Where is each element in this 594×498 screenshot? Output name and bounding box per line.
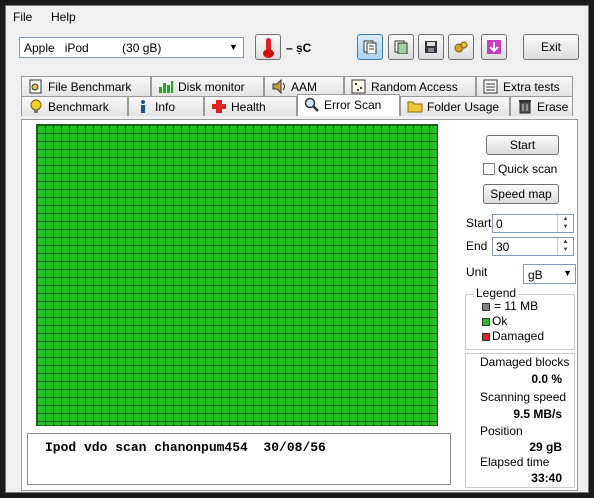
unit-select-value: gB (528, 268, 543, 282)
tab-file-benchmark[interactable]: File Benchmark (21, 76, 151, 96)
damaged-label: Damaged (492, 329, 545, 343)
tab-label: Error Scan (324, 98, 382, 112)
chevron-down-icon: ▼ (229, 42, 238, 52)
elapsed-time-label: Elapsed time (480, 455, 550, 469)
magnifier-icon (304, 97, 319, 112)
scan-statistics: Damaged blocks 0.0 % Scanning speed 9.5 … (465, 353, 575, 488)
end-label: End (466, 239, 488, 253)
tab-label: Benchmark (48, 100, 109, 114)
quick-scan-label: Quick scan (498, 162, 558, 176)
gear-icon (454, 41, 468, 53)
tab-label: Health (231, 100, 266, 114)
info-icon (141, 100, 145, 113)
menu-bar: File Help (6, 6, 588, 26)
drive-select-value: Apple iPod (30 gB) (24, 41, 162, 55)
tab-label: Folder Usage (427, 100, 500, 114)
tab-error-scan[interactable]: Error Scan (297, 94, 400, 116)
unit-label: Unit (466, 265, 488, 279)
start-position-value: 0 (496, 217, 503, 231)
tab-extra-tests[interactable]: Extra tests (476, 76, 573, 96)
quick-scan-checkbox[interactable] (483, 163, 495, 175)
tab-label: Extra tests (503, 80, 560, 94)
position-label: Position (480, 424, 523, 438)
menu-file[interactable]: File (13, 10, 32, 24)
end-position-input[interactable]: 30 ▲ ▼ (492, 237, 574, 256)
save-button[interactable] (418, 34, 444, 60)
menu-help[interactable]: Help (51, 10, 76, 24)
disk-monitor-icon (159, 81, 173, 93)
tab-label: Erase (537, 100, 569, 114)
tab-strip: File Benchmark Disk monitor AAM Random A… (21, 76, 573, 120)
error-scan-panel: Ipod vdo scan chanonpum454 30/08/56 Star… (21, 119, 578, 491)
block-size-swatch (482, 303, 490, 311)
trash-icon (519, 100, 531, 114)
legend-title: Legend (474, 286, 519, 300)
elapsed-time-value: 33:40 (531, 471, 562, 485)
floppy-disk-icon (425, 41, 437, 53)
scanning-speed-label: Scanning speed (480, 390, 567, 404)
file-benchmark-icon (29, 79, 42, 94)
tab-random-access[interactable]: Random Access (344, 76, 476, 96)
unit-select[interactable]: gB ▼ (523, 264, 576, 284)
block-size-label: = 11 MB (494, 299, 539, 313)
tab-aam[interactable]: AAM (264, 76, 344, 96)
copy-text-icon (363, 40, 377, 54)
tab-label: Disk monitor (178, 80, 245, 94)
tab-benchmark[interactable]: Benchmark (21, 96, 128, 116)
damaged-blocks-label: Damaged blocks (480, 355, 570, 369)
end-position-spinner[interactable]: ▲ ▼ (557, 238, 573, 255)
exit-button[interactable]: Exit (523, 34, 579, 60)
ok-swatch (482, 318, 490, 326)
tab-erase[interactable]: Erase (510, 96, 573, 116)
damaged-swatch (482, 333, 490, 341)
start-position-input[interactable]: 0 ▲ ▼ (492, 214, 574, 233)
tab-disk-monitor[interactable]: Disk monitor (151, 76, 264, 96)
temperature-readout: – ṣC (286, 41, 312, 55)
copy-image-icon (394, 40, 408, 54)
start-position-spinner[interactable]: ▲ ▼ (557, 215, 573, 232)
folder-icon (407, 101, 423, 113)
extra-tests-icon (483, 79, 498, 94)
damaged-blocks-value: 0.0 % (531, 372, 562, 386)
tab-info[interactable]: Info (128, 96, 204, 116)
tab-label: Info (155, 100, 176, 114)
download-button[interactable] (481, 34, 507, 60)
random-access-icon (351, 79, 366, 94)
chevron-down-icon: ▼ (563, 268, 572, 278)
scan-block-map (36, 124, 438, 426)
scanning-speed-value: 9.5 MB/s (513, 407, 562, 421)
copy-image-button[interactable] (388, 34, 414, 60)
ok-label: Ok (492, 314, 508, 328)
copy-text-button[interactable] (357, 34, 383, 60)
position-value: 29 gB (529, 440, 562, 454)
app-window: File Help Apple iPod (30 gB) ▼ – ṣC Exit (5, 5, 589, 493)
scan-notes-field[interactable]: Ipod vdo scan chanonpum454 30/08/56 (27, 433, 451, 485)
download-arrow-icon (487, 40, 501, 54)
toolbar: Apple iPod (30 gB) ▼ – ṣC Exit (6, 28, 588, 72)
scan-notes-text: Ipod vdo scan chanonpum454 30/08/56 (45, 440, 326, 455)
tab-health[interactable]: Health (204, 96, 297, 116)
tab-folder-usage[interactable]: Folder Usage (400, 96, 510, 116)
tab-label: File Benchmark (48, 80, 132, 94)
speaker-icon (272, 79, 285, 94)
options-button[interactable] (448, 34, 474, 60)
thermometer-icon[interactable] (255, 34, 281, 60)
speed-map-button[interactable]: Speed map (483, 184, 559, 204)
start-scan-button[interactable]: Start (486, 135, 559, 155)
drive-select[interactable]: Apple iPod (30 gB) ▼ (19, 37, 244, 58)
lightbulb-icon (30, 99, 42, 113)
health-cross-icon (212, 100, 226, 113)
start-label: Start (466, 216, 492, 230)
end-position-value: 30 (496, 240, 510, 254)
